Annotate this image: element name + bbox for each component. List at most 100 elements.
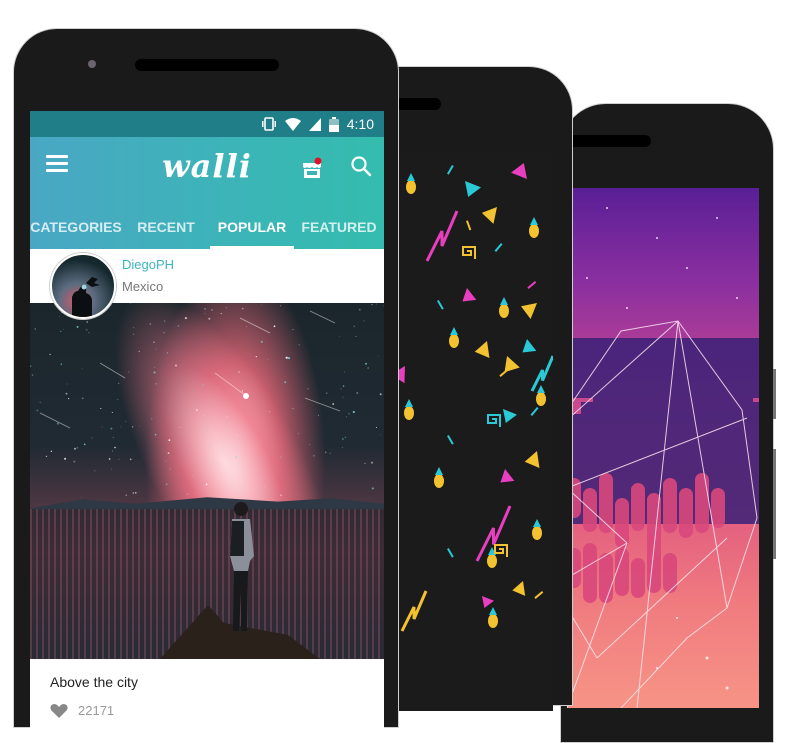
star	[167, 452, 170, 455]
shooting-star	[214, 372, 246, 396]
status-bar: 4:10	[30, 111, 384, 137]
pineapple-icon	[406, 180, 416, 194]
star	[175, 364, 177, 367]
star	[85, 328, 88, 331]
star	[245, 326, 247, 328]
star	[117, 382, 120, 385]
star	[235, 456, 238, 459]
pineapple-leaves	[533, 519, 541, 527]
star	[377, 355, 379, 357]
star	[375, 427, 377, 428]
star	[367, 367, 369, 369]
star	[117, 399, 119, 400]
star	[62, 329, 64, 331]
tab-recent[interactable]: RECENT	[122, 205, 210, 249]
star	[74, 447, 76, 450]
star	[236, 434, 239, 436]
star	[326, 392, 328, 394]
notification-dot	[314, 157, 322, 165]
bright-star	[243, 393, 249, 399]
star	[340, 388, 342, 390]
star	[138, 350, 141, 353]
star	[257, 490, 259, 492]
star	[151, 418, 153, 420]
triangle-shape	[503, 409, 517, 423]
shooting-star	[304, 397, 341, 412]
star	[353, 325, 356, 328]
star	[60, 363, 62, 365]
star	[356, 392, 359, 394]
avatar[interactable]	[50, 253, 116, 319]
star	[324, 451, 327, 454]
star	[154, 366, 156, 368]
star	[65, 392, 68, 395]
author-name[interactable]: DiegoPH	[122, 257, 174, 272]
star	[273, 325, 276, 328]
star	[376, 303, 377, 305]
star	[94, 470, 96, 472]
star	[165, 483, 168, 486]
star	[73, 460, 76, 463]
star	[101, 426, 103, 428]
like-count: 22171	[78, 703, 115, 718]
shooting-star	[99, 362, 126, 379]
lightning-bolt-shape	[425, 210, 459, 262]
dash-shape	[527, 281, 537, 289]
star	[186, 493, 188, 495]
star	[298, 433, 300, 435]
star	[91, 437, 93, 439]
tab-popular[interactable]: POPULAR	[210, 205, 294, 249]
star	[165, 460, 167, 462]
dash-shape	[447, 548, 454, 558]
shooting-star	[39, 412, 71, 429]
star	[114, 446, 116, 449]
star	[207, 429, 208, 430]
star	[220, 312, 222, 315]
tab-categories[interactable]: CATEGORIES	[30, 205, 122, 249]
pineapple-leaves	[407, 173, 415, 181]
star	[30, 365, 32, 367]
store-icon[interactable]	[302, 157, 322, 179]
star	[184, 317, 187, 320]
tab-featured[interactable]: FEATURED	[294, 205, 384, 249]
star	[66, 383, 68, 385]
star	[64, 457, 67, 460]
star	[125, 420, 127, 422]
pineapple-icon	[404, 406, 414, 420]
star	[58, 316, 60, 318]
star	[153, 371, 156, 374]
wallpaper-preview-geometric	[567, 188, 759, 708]
spiral-shape	[462, 246, 476, 259]
pineapple-leaves	[489, 607, 497, 615]
star	[241, 307, 244, 310]
star	[120, 426, 122, 428]
phone-mockup-back	[559, 103, 776, 743]
front-camera	[88, 60, 96, 68]
triangle-shape	[482, 596, 494, 608]
star	[214, 347, 215, 349]
star	[83, 443, 86, 446]
star	[380, 434, 382, 436]
star	[280, 494, 282, 497]
star	[204, 312, 206, 314]
heart-icon[interactable]	[50, 704, 68, 718]
star	[208, 317, 211, 320]
star	[261, 304, 263, 305]
star	[279, 456, 282, 459]
triangle-shape	[524, 451, 540, 469]
search-icon[interactable]	[350, 155, 372, 177]
star	[154, 433, 157, 436]
star	[204, 308, 206, 310]
pineapple-leaves	[500, 297, 508, 305]
star	[371, 303, 373, 306]
triangle-shape	[462, 288, 477, 302]
pineapple-leaves	[450, 327, 458, 335]
star	[279, 305, 281, 307]
star	[36, 409, 39, 412]
star	[76, 447, 79, 449]
tab-bar: CATEGORIES RECENT POPULAR FEATURED	[30, 205, 384, 249]
star	[284, 381, 287, 384]
wallpaper-photo[interactable]	[30, 303, 384, 659]
earpiece-speaker	[135, 59, 279, 71]
star	[131, 426, 134, 428]
